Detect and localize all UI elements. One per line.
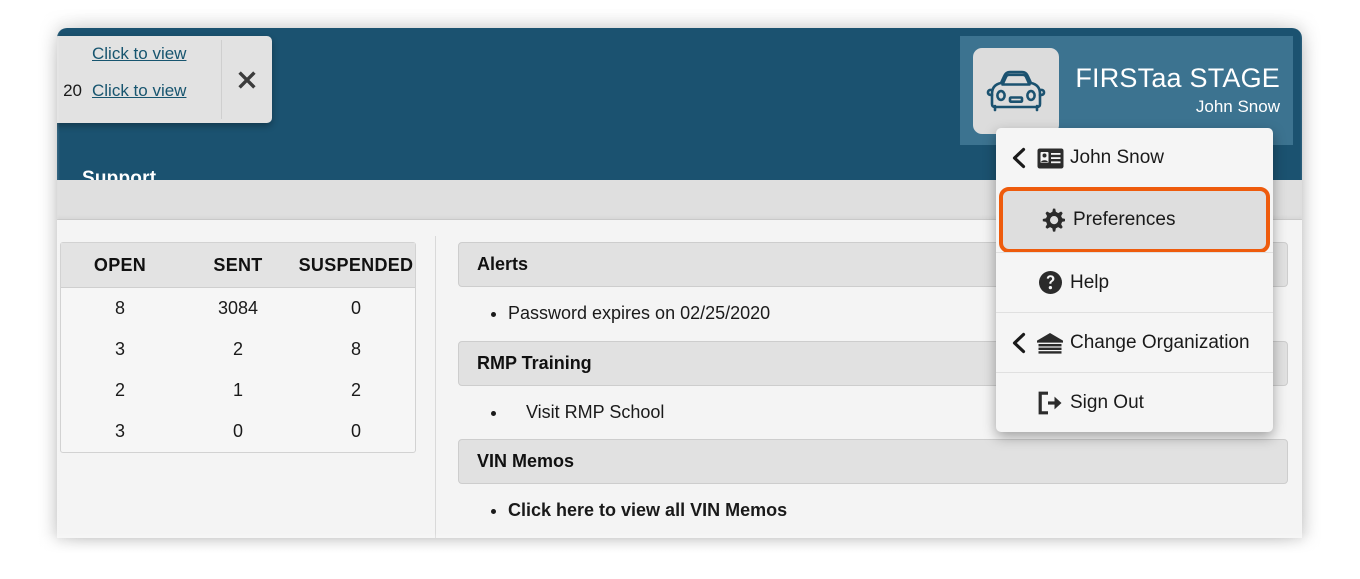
stats-cell: 3	[114, 339, 125, 359]
stats-column-header: SUSPENDED	[298, 255, 414, 275]
id-card-icon	[1030, 148, 1070, 169]
sign-out-icon	[1030, 391, 1070, 415]
notification-click-to-view-link[interactable]: Click to view	[92, 44, 186, 64]
list-item[interactable]: Click here to view all VIN Memos	[508, 500, 1288, 522]
right-gutter	[1300, 0, 1360, 579]
table-row: 3 0 0	[61, 411, 415, 452]
car-icon	[973, 47, 1060, 134]
table-row: 3 2 8	[61, 329, 415, 370]
stats-table: OPEN SENT SUSPENDED 8 3084 0 3 2 8 2 1 2…	[60, 242, 416, 453]
stats-column-header: OPEN	[93, 255, 147, 275]
stats-cell: 3084	[217, 298, 259, 318]
column-divider	[435, 236, 436, 538]
stats-cell: 3	[114, 421, 125, 441]
menu-item-label: Preferences	[1073, 209, 1176, 230]
menu-item-preferences[interactable]: Preferences	[999, 187, 1270, 253]
screenshot-root: Support FIRSTaa STAGE John Snow Click to…	[0, 0, 1360, 579]
chevron-left-icon	[1008, 147, 1030, 169]
notification-popup: Click to view 20 Click to view	[57, 36, 272, 123]
stats-column-header: SENT	[213, 255, 263, 275]
stats-cell: 1	[232, 380, 243, 400]
menu-item-sign-out[interactable]: Sign Out	[996, 372, 1273, 432]
building-icon	[1030, 332, 1070, 354]
brand-text: FIRSTaa STAGE John Snow	[1075, 63, 1280, 117]
notification-row: Click to view	[57, 44, 221, 64]
gear-icon	[1033, 208, 1073, 232]
brand-username: John Snow	[1195, 96, 1280, 116]
menu-item-label: Change Organization	[1070, 331, 1250, 353]
stats-cell: 8	[350, 339, 361, 359]
stats-cell: 0	[350, 298, 361, 318]
table-row: 8 3084 0	[61, 288, 415, 329]
notification-click-to-view-link[interactable]: Click to view	[92, 81, 186, 101]
menu-item-change-organization[interactable]: Change Organization	[996, 312, 1273, 372]
stats-cell: 0	[350, 421, 361, 441]
panel-header-vin-memos: VIN Memos	[458, 439, 1288, 485]
left-gutter	[0, 0, 60, 579]
bottom-gutter	[0, 533, 1360, 579]
stats-cell: 0	[232, 421, 243, 441]
notification-date: 20	[63, 81, 82, 100]
stats-cell: 2	[350, 380, 361, 400]
menu-item-help[interactable]: Help	[996, 252, 1273, 312]
user-dropdown-menu: John Snow Preferences Help Change Organi…	[996, 128, 1273, 432]
close-icon[interactable]	[222, 36, 272, 123]
notification-row: 20 Click to view	[57, 81, 221, 101]
panel-list-vin-memos: Click here to view all VIN Memos	[458, 484, 1288, 538]
table-row: 2 1 2	[61, 370, 415, 411]
notification-popup-body: Click to view 20 Click to view	[57, 36, 221, 123]
stats-table-header-row: OPEN SENT SUSPENDED	[61, 243, 415, 288]
stats-cell: 8	[114, 298, 125, 318]
question-circle-icon	[1030, 270, 1070, 295]
stats-cell: 2	[232, 339, 243, 359]
chevron-left-icon	[1008, 332, 1030, 354]
menu-item-label: Help	[1070, 271, 1110, 293]
menu-item-john-snow[interactable]: John Snow	[996, 128, 1273, 188]
stats-cell: 2	[114, 380, 125, 400]
brand-title: FIRSTaa STAGE	[1075, 63, 1280, 94]
menu-item-label: John Snow	[1070, 147, 1165, 168]
menu-item-label: Sign Out	[1070, 391, 1144, 413]
